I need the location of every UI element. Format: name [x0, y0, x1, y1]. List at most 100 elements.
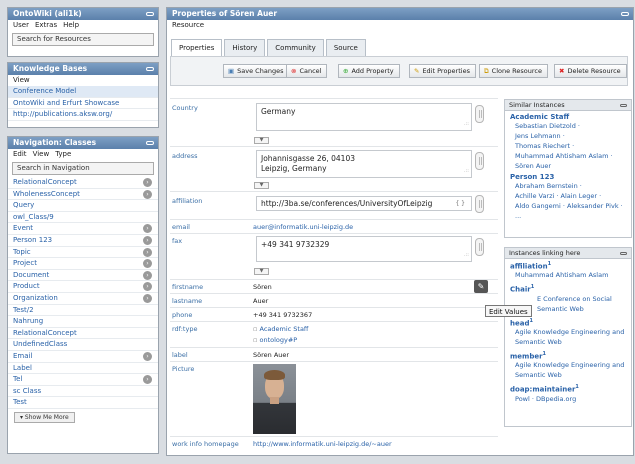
class-item[interactable]: RelationalConcept — [8, 328, 158, 340]
show-more-button[interactable]: ▾ Show Me More — [14, 411, 75, 423]
drag-handle-icon[interactable] — [475, 195, 484, 213]
menu-type[interactable]: Type — [55, 150, 71, 158]
class-item[interactable]: Event › — [8, 223, 158, 235]
rdftype-value[interactable]: ▫ ontology#P — [253, 336, 297, 344]
clone-resource-button[interactable]: ⧉ Clone Resource — [479, 64, 548, 78]
similar-instance[interactable]: Achille Varzi · Alain Leger · — [505, 191, 631, 201]
class-item[interactable]: Test/2 — [8, 305, 158, 317]
link-predicate-heading[interactable]: doap:maintainer1 — [505, 384, 631, 393]
expand-arrow-icon[interactable]: › — [143, 375, 152, 385]
minimize-icon[interactable] — [146, 67, 154, 71]
similar-instance[interactable]: ... — [505, 211, 631, 221]
fax-field[interactable]: +49 341 9732329.:: — [256, 236, 472, 262]
class-item[interactable]: Project › — [8, 258, 158, 270]
similar-group-heading[interactable]: Person 123 — [505, 173, 631, 181]
expand-icon[interactable]: ▼ — [254, 268, 269, 275]
menu-edit[interactable]: Edit — [13, 150, 27, 158]
drag-handle-icon[interactable] — [475, 152, 484, 170]
menu-resource[interactable]: Resource — [172, 21, 204, 29]
rdftype-academic-staff[interactable]: Academic Staff — [259, 325, 308, 333]
class-item[interactable]: WholenessConcept › — [8, 189, 158, 201]
drag-handle-icon[interactable] — [475, 238, 484, 256]
class-item[interactable]: UndefinedClass — [8, 339, 158, 351]
class-item[interactable]: sc Class — [8, 386, 158, 398]
rdftype-value[interactable]: ▫ Academic Staff — [253, 325, 308, 333]
minimize-icon[interactable] — [621, 12, 629, 16]
expand-arrow-icon[interactable]: › — [143, 189, 152, 199]
rdftype-ontology[interactable]: ontology#P — [259, 336, 297, 344]
class-item[interactable]: owl_Class/9 — [8, 212, 158, 224]
code-icon[interactable]: { } — [455, 199, 465, 209]
expand-icon[interactable]: ▼ — [254, 182, 269, 189]
add-property-button[interactable]: ⊕ Add Property — [338, 64, 400, 78]
resize-grip-icon[interactable]: .:: — [464, 166, 469, 176]
drag-handle-icon[interactable] — [475, 105, 484, 123]
linking-instance[interactable]: Powl · DBpedia.org — [505, 394, 631, 404]
class-item[interactable]: Topic › — [8, 247, 158, 259]
class-item[interactable]: Document › — [8, 270, 158, 282]
similar-instance[interactable]: Aldo Gangemi · Aleksander Pivk · — [505, 201, 631, 211]
expand-arrow-icon[interactable]: › — [143, 247, 152, 257]
expand-arrow-icon[interactable]: › — [143, 224, 152, 234]
menu-view[interactable]: View — [33, 150, 50, 158]
linking-instance[interactable]: Agile Knowledge Engineering and — [505, 360, 631, 370]
expand-arrow-icon[interactable]: › — [143, 178, 152, 187]
edit-properties-button[interactable]: ✎ Edit Properties — [409, 64, 476, 78]
expand-icon[interactable]: ▼ — [254, 137, 269, 144]
class-item[interactable]: Tel › — [8, 374, 158, 386]
similar-group-heading[interactable]: Academic Staff — [505, 113, 631, 121]
minimize-icon[interactable] — [620, 104, 627, 107]
tab-community[interactable]: Community — [267, 39, 324, 56]
class-item[interactable]: Query — [8, 200, 158, 212]
minimize-icon[interactable] — [620, 252, 627, 255]
link-predicate-heading[interactable]: head1 — [505, 318, 631, 327]
resource-search-input[interactable]: Search for Resources — [12, 33, 154, 46]
expand-arrow-icon[interactable]: › — [143, 270, 152, 280]
minimize-icon[interactable] — [146, 12, 154, 16]
class-item[interactable]: Organization › — [8, 293, 158, 305]
resize-grip-icon[interactable]: .:: — [464, 250, 469, 260]
similar-instance[interactable]: Jens Lehmann · — [505, 131, 631, 141]
class-item[interactable]: Label — [8, 363, 158, 375]
expand-arrow-icon[interactable]: › — [143, 351, 152, 361]
expand-arrow-icon[interactable]: › — [143, 235, 152, 245]
tab-properties[interactable]: Properties — [171, 39, 223, 57]
address-field[interactable]: Johannisgasse 26, 04103 Leipzig, Germany.… — [256, 150, 472, 178]
kb-item[interactable]: Conference Model — [8, 86, 158, 98]
linking-instance[interactable]: Agile Knowledge Engineering and — [505, 327, 631, 337]
cancel-button[interactable]: ⊗ Cancel — [286, 64, 328, 78]
class-item[interactable]: Product › — [8, 281, 158, 293]
linking-instance[interactable]: Semantic Web — [505, 370, 631, 380]
similar-instance[interactable]: Sebastian Dietzold · — [505, 121, 631, 131]
class-item[interactable]: RelationalConcept › — [8, 177, 158, 189]
class-item[interactable]: Person 123 › — [8, 235, 158, 247]
similar-instance[interactable]: Abraham Bernstein · — [505, 181, 631, 191]
email-value[interactable]: auer@informatik.uni-leipzig.de — [253, 223, 353, 231]
save-changes-button[interactable]: ▣ Save Changes — [223, 64, 290, 78]
class-item[interactable]: Email › — [8, 351, 158, 363]
expand-arrow-icon[interactable]: › — [143, 293, 152, 303]
minimize-icon[interactable] — [146, 141, 154, 145]
navigation-search-input[interactable]: Search in Navigation — [12, 162, 154, 175]
linking-instance[interactable]: Muhammad Ahtisham Aslam — [505, 270, 631, 280]
similar-instance[interactable]: Muhammad Ahtisham Aslam · — [505, 151, 631, 161]
edit-pencil-icon[interactable]: ✎ — [474, 280, 488, 293]
resize-grip-icon[interactable]: .:: — [464, 119, 469, 129]
menu-extras[interactable]: Extras — [35, 21, 57, 29]
homepage-value[interactable]: http://www.informatik.uni-leipzig.de/~au… — [253, 440, 392, 448]
menu-user[interactable]: User — [13, 21, 29, 29]
expand-arrow-icon[interactable]: › — [143, 282, 152, 292]
link-predicate-heading[interactable]: affiliation1 — [505, 261, 631, 270]
similar-instance[interactable]: Thomas Riechert · — [505, 141, 631, 151]
linking-instance[interactable]: E Conference on Social — [505, 294, 631, 304]
tab-history[interactable]: History — [224, 39, 266, 56]
kb-item[interactable]: http://publications.aksw.org/ — [8, 109, 158, 121]
similar-instance[interactable]: Sören Auer — [505, 161, 631, 171]
class-item[interactable]: Test — [8, 397, 158, 409]
kb-item[interactable]: OntoWiki and Erfurt Showcase — [8, 98, 158, 110]
country-field[interactable]: Germany.:: — [256, 103, 472, 131]
expand-arrow-icon[interactable]: › — [143, 259, 152, 269]
affiliation-field[interactable]: http://3ba.se/conferences/UniversityOfLe… — [256, 196, 472, 211]
link-predicate-heading[interactable]: member1 — [505, 351, 631, 360]
delete-resource-button[interactable]: ✖ Delete Resource — [554, 64, 627, 78]
